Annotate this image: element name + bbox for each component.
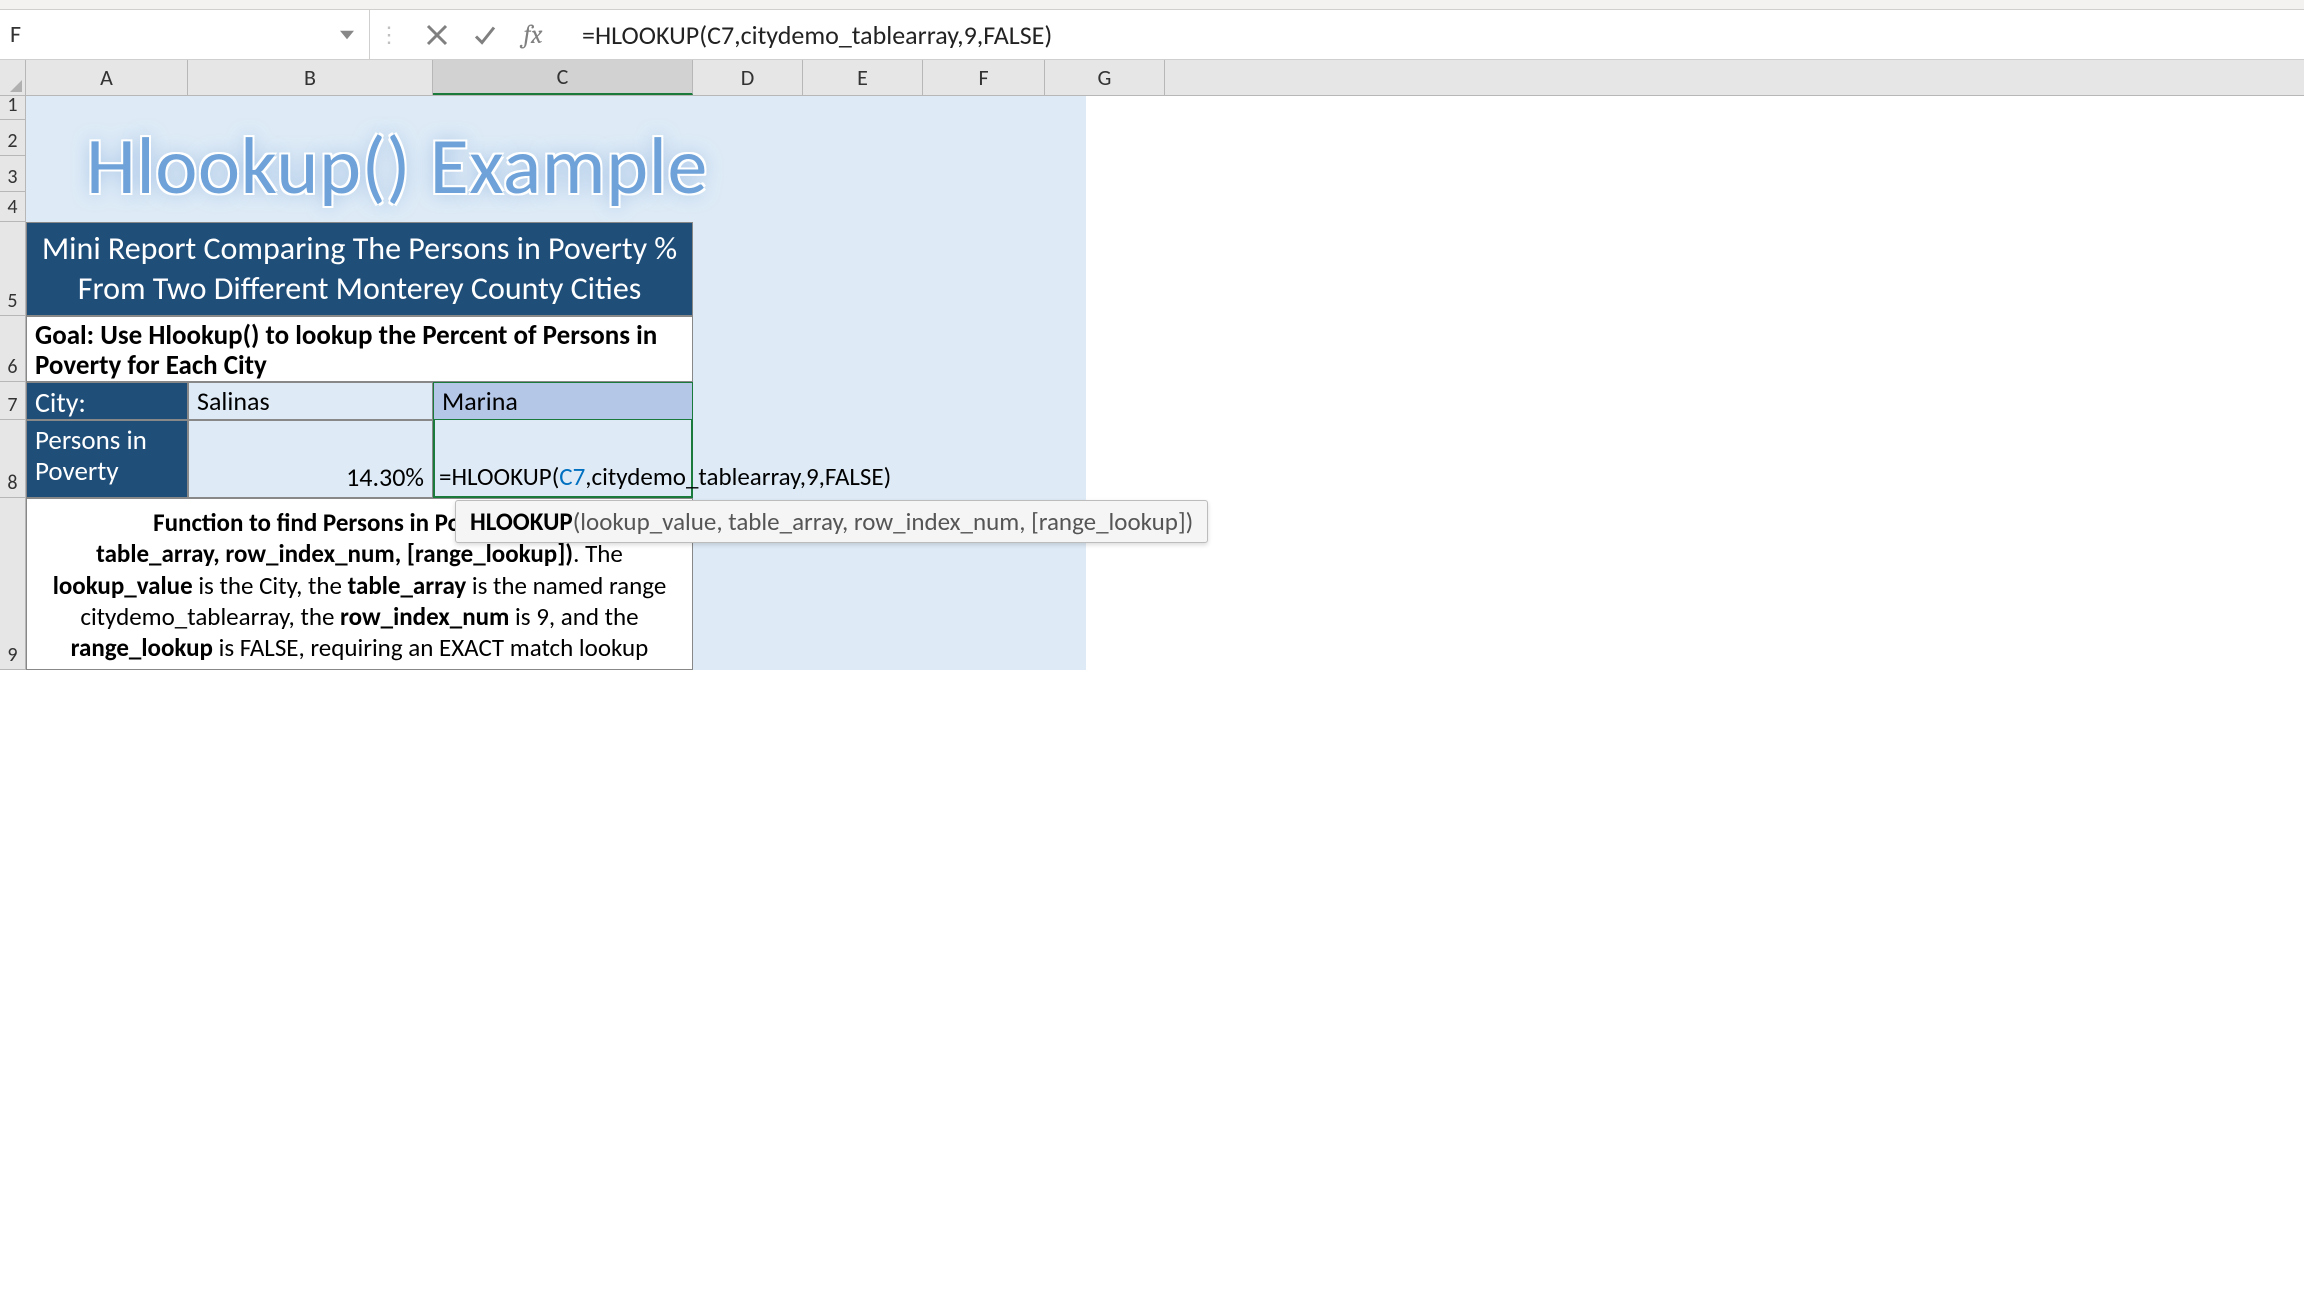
column-headers: A B C D E F G [0, 60, 2304, 96]
name-box-area: F [0, 10, 370, 59]
row-header-3[interactable]: 3 [0, 156, 26, 192]
explain-p2g: row_index_num [340, 601, 509, 632]
vertical-divider: ⋮ [370, 10, 408, 59]
explain-p2d: is the City, the [193, 570, 348, 601]
col-header-g[interactable]: G [1045, 60, 1165, 95]
poverty-label: Persons in Poverty [26, 420, 188, 498]
formula-suffix: ,citydemo_tablearray,9,FALSE) [585, 461, 891, 492]
explain-p2c: lookup_value [53, 570, 193, 601]
spreadsheet-grid: A B C D E F G 1 2 3 4 5 6 7 8 9 Hlookup(… [0, 60, 2304, 670]
col-header-c[interactable]: C [433, 60, 693, 95]
select-all-triangle[interactable] [0, 60, 26, 95]
col-header-f[interactable]: F [923, 60, 1045, 95]
report-header-line2: From Two Different Monterey County Citie… [78, 269, 642, 309]
name-box[interactable]: F [6, 16, 333, 53]
row-header-9[interactable]: 9 [0, 498, 26, 670]
cancel-button[interactable] [414, 15, 460, 55]
formula-ref-c7: C7 [559, 461, 585, 492]
row-header-1[interactable]: 1 [0, 96, 26, 120]
cells-area[interactable]: Hlookup() Example Mini Report Comparing … [26, 96, 2304, 670]
page-title: Hlookup() Example [86, 118, 708, 215]
col-header-e[interactable]: E [803, 60, 923, 95]
explain-p2i: range_lookup [71, 632, 213, 663]
row-header-5[interactable]: 5 [0, 222, 26, 316]
function-tooltip[interactable]: HLOOKUP(lookup_value, table_array, row_i… [455, 500, 1208, 543]
formula-bar-row: F ⋮ fx =HLOOKUP(C7,citydemo_tablearray,9… [0, 10, 2304, 60]
tooltip-fn-name: HLOOKUP [470, 506, 573, 537]
row-header-6[interactable]: 6 [0, 316, 26, 382]
city-row: City: Salinas Marina [26, 382, 693, 420]
row-header-7[interactable]: 7 [0, 382, 26, 420]
poverty-row: Persons in Poverty 14.30% =HLOOKUP(C7,ci… [26, 420, 693, 498]
explain-p2j: is FALSE, requiring an EXACT match looku… [213, 632, 648, 663]
ribbon-fragment [0, 0, 2304, 10]
formula-after-caret: OKUP( [494, 461, 560, 492]
cell-b8[interactable]: 14.30% [188, 420, 433, 498]
row-header-2[interactable]: 2 [0, 120, 26, 156]
report-header: Mini Report Comparing The Persons in Pov… [26, 222, 693, 316]
formula-bar-input[interactable]: =HLOOKUP(C7,citydemo_tablearray,9,FALSE) [562, 10, 2304, 59]
row-header-8[interactable]: 8 [0, 420, 26, 498]
city-label: City: [26, 382, 188, 420]
enter-button[interactable] [462, 15, 508, 55]
col-header-b[interactable]: B [188, 60, 433, 95]
formula-bar-buttons: fx [408, 10, 562, 59]
cell-b7[interactable]: Salinas [188, 382, 433, 420]
cell-c8-editing[interactable]: =HLOOKUP(C7,citydemo_tablearray,9,FALSE) [433, 420, 693, 498]
report-header-line1: Mini Report Comparing The Persons in Pov… [42, 229, 677, 269]
row-header-4[interactable]: 4 [0, 192, 26, 222]
name-box-dropdown[interactable] [333, 21, 361, 49]
formula-prefix: =HLO [439, 461, 494, 492]
goal-text: Goal: Use Hlookup() to lookup the Percen… [26, 316, 693, 382]
explain-p2e: table_array [348, 570, 467, 601]
col-header-a[interactable]: A [26, 60, 188, 95]
explain-p2h: is 9, and the [509, 601, 638, 632]
cell-c7[interactable]: Marina [433, 382, 693, 420]
col-header-d[interactable]: D [693, 60, 803, 95]
row-headers: 1 2 3 4 5 6 7 8 9 [0, 96, 26, 670]
tooltip-fn-sig: (lookup_value, table_array, row_index_nu… [573, 506, 1193, 537]
insert-function-button[interactable]: fx [510, 15, 556, 55]
fx-icon: fx [524, 20, 543, 50]
